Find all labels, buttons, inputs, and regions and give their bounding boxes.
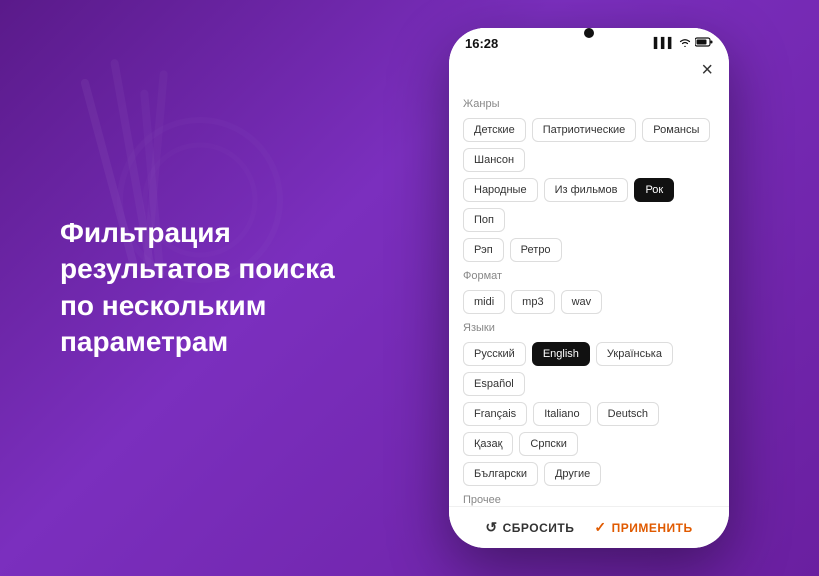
- signal-icon: ▌▌▌: [654, 38, 675, 49]
- heading-line1: Фильтрация: [60, 217, 231, 248]
- languages-tags-row2: Français Italiano Deutsch Қазақ Српски: [463, 402, 715, 456]
- battery-icon: [695, 37, 713, 50]
- main-heading: Фильтрация результатов поиска по несколь…: [60, 215, 335, 361]
- status-notch: [584, 28, 594, 38]
- bottom-actions: ↺ СБРОСИТЬ ✓ ПРИМЕНИТЬ: [449, 506, 729, 548]
- format-title: Формат: [463, 270, 715, 282]
- close-button[interactable]: ×: [701, 59, 713, 82]
- languages-title: Языки: [463, 322, 715, 334]
- tag-другие[interactable]: Другие: [544, 462, 601, 486]
- tag-midi[interactable]: midi: [463, 290, 505, 314]
- tag-ретро[interactable]: Ретро: [510, 238, 562, 262]
- screen-content[interactable]: Жанры Детские Патриотические Романсы Шан…: [449, 90, 729, 506]
- apply-label: ПРИМЕНИТЬ: [612, 521, 693, 535]
- tag-italiano[interactable]: Italiano: [533, 402, 590, 426]
- apply-button[interactable]: ✓ ПРИМЕНИТЬ: [594, 519, 692, 536]
- status-icons: ▌▌▌: [654, 37, 713, 50]
- format-section: Формат midi mp3 wav: [463, 270, 715, 314]
- screen-header: ×: [449, 55, 729, 90]
- languages-tags-row3: Български Другие: [463, 462, 715, 486]
- wifi-icon: [679, 37, 691, 50]
- tag-романсы[interactable]: Романсы: [642, 118, 710, 142]
- tag-српски[interactable]: Српски: [519, 432, 577, 456]
- apply-icon: ✓: [594, 519, 606, 536]
- tag-рок[interactable]: Рок: [634, 178, 674, 202]
- genres-tags-row3: Рэп Ретро: [463, 238, 715, 262]
- tag-русский[interactable]: Русский: [463, 342, 526, 366]
- tag-патриотические[interactable]: Патриотические: [532, 118, 637, 142]
- tag-народные[interactable]: Народные: [463, 178, 538, 202]
- genres-tags-row1: Детские Патриотические Романсы Шансон: [463, 118, 715, 172]
- heading-line2: результатов поиска: [60, 254, 335, 285]
- tag-қазақ[interactable]: Қазақ: [463, 432, 513, 456]
- languages-tags-row1: Русский English Українська Español: [463, 342, 715, 396]
- tag-детские[interactable]: Детские: [463, 118, 526, 142]
- phone-screen: 16:28 ▌▌▌: [449, 28, 729, 548]
- tag-из-фильмов[interactable]: Из фильмов: [544, 178, 629, 202]
- tag-français[interactable]: Français: [463, 402, 527, 426]
- tag-mp3[interactable]: mp3: [511, 290, 554, 314]
- reset-icon: ↺: [485, 519, 497, 536]
- tag-рэп[interactable]: Рэп: [463, 238, 504, 262]
- phone-mockup: 16:28 ▌▌▌: [449, 28, 729, 548]
- heading-line4: параметрам: [60, 326, 228, 357]
- genres-section: Жанры Детские Патриотические Романсы Шан…: [463, 98, 715, 262]
- languages-section: Языки Русский English Українська Español…: [463, 322, 715, 486]
- tag-english[interactable]: English: [532, 342, 590, 366]
- reset-button[interactable]: ↺ СБРОСИТЬ: [485, 519, 574, 536]
- reset-label: СБРОСИТЬ: [503, 521, 575, 535]
- tag-deutsch[interactable]: Deutsch: [597, 402, 659, 426]
- genres-title: Жанры: [463, 98, 715, 110]
- format-tags-row: midi mp3 wav: [463, 290, 715, 314]
- genres-tags-row2: Народные Из фильмов Рок Поп: [463, 178, 715, 232]
- tag-español[interactable]: Español: [463, 372, 525, 396]
- status-bar: 16:28 ▌▌▌: [449, 28, 729, 55]
- other-title: Прочее: [463, 494, 715, 506]
- tag-шансон[interactable]: Шансон: [463, 148, 525, 172]
- other-section: Прочее Только дуэты: [463, 494, 715, 506]
- status-time: 16:28: [465, 36, 498, 51]
- tag-поп[interactable]: Поп: [463, 208, 505, 232]
- tag-български[interactable]: Български: [463, 462, 538, 486]
- tag-wav[interactable]: wav: [561, 290, 603, 314]
- heading-line3: по нескольким: [60, 290, 266, 321]
- tag-українська[interactable]: Українська: [596, 342, 673, 366]
